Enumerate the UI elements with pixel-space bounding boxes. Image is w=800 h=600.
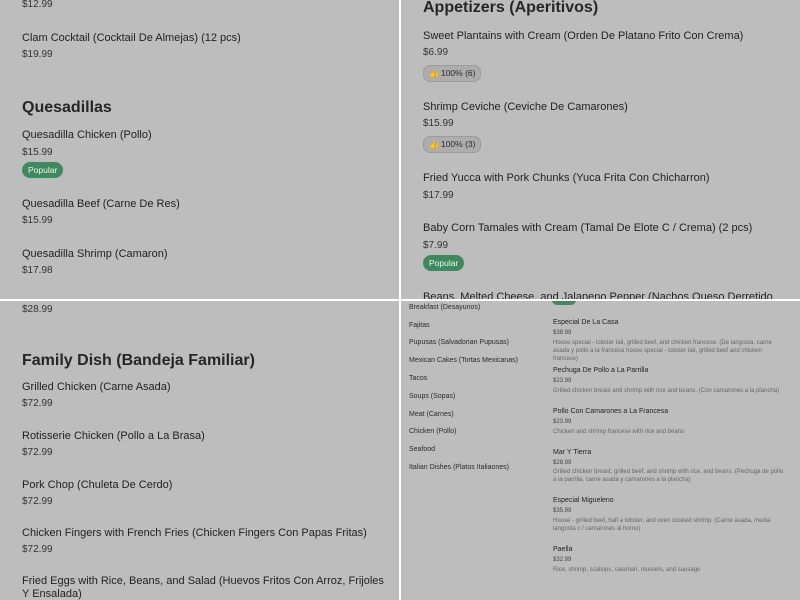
item-price: $15.99 [423,118,454,129]
nav-item-chicken[interactable]: Chicken (Pollo) [409,428,456,435]
menu-panel-top-right: Appetizers (Aperitivos) Sweet Plantains … [401,0,800,299]
menu-item-name[interactable]: Sweet Plantains with Cream (Orden De Pla… [423,30,743,42]
menu-item-name[interactable]: Mar Y Tierra [553,449,591,456]
nav-item-meat[interactable]: Meat (Carnes) [409,411,454,418]
popular-badge: Popular [423,255,465,271]
section-title: Family Dish (Bandeja Familiar) [22,352,255,369]
item-price: $72.99 [22,496,53,507]
item-price: $23.99 [553,378,572,384]
menu-item-name[interactable]: Especial De La Casa [553,319,618,326]
menu-item-name[interactable]: Rotisserie Chicken (Pollo a La Brasa) [22,430,205,442]
menu-item-name[interactable]: Pollo Con Camarones a La Francesa [553,408,668,415]
section-title: Appetizers (Aperitivos) [423,0,599,16]
menu-item-name[interactable]: Quesadilla Beef (Carne De Res) [22,198,180,210]
menu-item-name[interactable]: Paella [553,546,572,553]
item-description: Chicken and shrimp francese with rice an… [553,429,685,435]
rating-badge: 👍 100% (6) [423,65,482,82]
menu-item-name[interactable]: Baby Corn Tamales with Cream (Tamal De E… [423,222,752,234]
item-price: $32.99 [553,557,572,563]
menu-panel-bottom-right: Breakfast (Desayunos) Fajitas Pupusas (S… [401,301,800,600]
item-price: $35.99 [553,508,572,514]
item-description: Rice, shrimp, scallops, calamari, mussel… [553,567,701,573]
rating-text: 100% (6) [440,68,476,78]
nav-item-fajitas[interactable]: Fajitas [409,322,430,329]
item-price: $23.99 [553,419,572,425]
popular-badge [552,301,576,305]
item-price: $72.99 [22,398,53,409]
menu-item-name[interactable]: Pechuga De Pollo a La Parrilla [553,367,648,374]
item-price: $15.99 [22,147,53,158]
thumbs-up-icon: 👍 [429,140,439,149]
section-title: Quesadillas [22,99,112,116]
nav-item-italian[interactable]: Italian Dishes (Platos Italiaones) [409,464,509,471]
menu-item-name[interactable]: Shrimp Ceviche (Ceviche De Camarones) [423,101,628,113]
menu-item-name[interactable]: Chicken Fingers with French Fries (Chick… [22,527,367,539]
menu-item-name[interactable]: Quesadilla Shrimp (Camaron) [22,248,168,260]
item-price: $28.99 [22,304,53,315]
nav-item-soups[interactable]: Soups (Sopas) [409,393,455,400]
item-price: $28.99 [553,460,572,466]
popular-badge: Popular [22,162,64,178]
item-price: $7.99 [423,240,449,251]
item-price: $6.99 [423,47,449,58]
nav-item-mexican-cakes[interactable]: Mexican Cakes (Tortas Mexicanas) [409,357,518,364]
item-description: House - grilled beef, half a lobster, an… [553,518,771,532]
menu-panel-top-left: $12.99 Clam Cocktail (Cocktail De Almeja… [0,0,399,299]
rating-text: 100% (3) [440,139,476,149]
menu-item-name[interactable]: Pork Chop (Chuleta De Cerdo) [22,479,172,491]
nav-item-seafood[interactable]: Seafood [409,446,435,453]
item-description: Grilled chicken breast, grilled beef, an… [553,469,784,483]
item-description: Grilled chicken breast and shrimp with r… [553,388,780,394]
menu-item-name[interactable]: Quesadilla Chicken (Pollo) [22,129,152,141]
rating-badge: 👍 100% (3) [423,136,482,153]
item-price: $72.99 [22,447,53,458]
menu-item-name[interactable]: Especial Migueleno [553,497,614,504]
item-price: $38.99 [553,330,572,336]
menu-item-name[interactable]: Fried Yucca with Pork Chunks (Yuca Frita… [423,172,710,184]
item-price: $12.99 [22,0,53,10]
item-price: $17.98 [22,265,53,276]
item-price: $17.99 [423,190,454,201]
nav-item-pupusas[interactable]: Pupusas (Salvadorian Pupusas) [409,339,509,346]
nav-item-tacos[interactable]: Tacos [409,375,427,382]
menu-item-name[interactable]: Grilled Chicken (Carne Asada) [22,381,171,393]
thumbs-up-icon: 👍 [429,69,439,78]
item-price: $19.99 [22,49,53,60]
menu-panel-bottom-left: $28.99 Family Dish (Bandeja Familiar) Gr… [0,301,399,600]
item-price: $15.99 [22,215,53,226]
menu-item-name[interactable]: Beans, Melted Cheese, and Jalapeno Peppe… [423,291,773,299]
item-price: $72.99 [22,544,53,555]
item-description: House special - lobster tail, grilled be… [553,340,772,362]
menu-item-name[interactable]: Clam Cocktail (Cocktail De Almejas) (12 … [22,32,241,44]
menu-item-name[interactable]: Fried Eggs with Rice, Beans, and Salad (… [22,575,387,600]
nav-item-breakfast[interactable]: Breakfast (Desayunos) [409,304,480,311]
